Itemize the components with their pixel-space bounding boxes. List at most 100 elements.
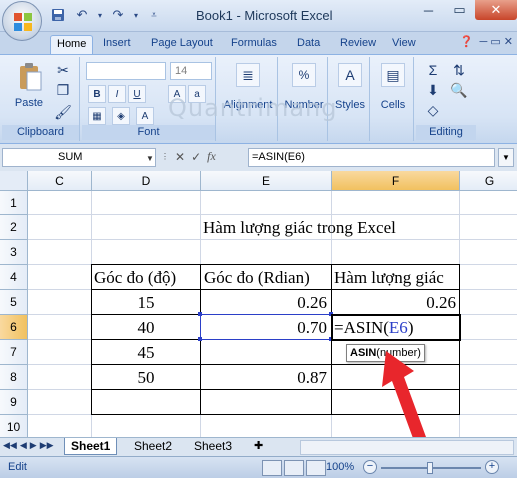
tab-view[interactable]: View	[386, 35, 422, 54]
cell-e4-header[interactable]: Góc đo (Rdian)	[204, 266, 310, 290]
close-button[interactable]: ✕	[475, 0, 517, 20]
bold-button[interactable]: B	[88, 85, 106, 103]
cell-e5[interactable]: 0.26	[201, 291, 327, 315]
insert-sheet-icon[interactable]: ✚	[248, 438, 269, 455]
find-select-icon[interactable]: 🔍	[450, 81, 468, 99]
undo-dropdown-icon[interactable]: ▾	[96, 6, 104, 24]
maximize-button[interactable]: ▭	[444, 0, 475, 20]
font-name-box[interactable]	[86, 62, 166, 80]
cell-f6-formula[interactable]: =ASIN(E6)	[334, 316, 413, 340]
help-icon[interactable]: ❓	[460, 35, 474, 48]
underline-button[interactable]: U	[128, 85, 146, 103]
expand-formula-bar-icon[interactable]: ▼	[498, 148, 514, 167]
customize-toolbar-icon[interactable]: ⩡	[144, 6, 164, 24]
last-sheet-icon[interactable]: ▶▶	[40, 440, 54, 451]
normal-view-icon[interactable]	[262, 460, 282, 476]
italic-button[interactable]: I	[108, 85, 126, 103]
office-button[interactable]	[2, 1, 42, 41]
copy-icon[interactable]: ❐	[54, 81, 72, 99]
row-header-7[interactable]: 7	[0, 340, 28, 365]
minimize-button[interactable]: ─	[413, 0, 444, 20]
fill-color-icon[interactable]: ◈	[112, 107, 130, 125]
window-title: Book1 - Microsoft Excel	[196, 8, 333, 23]
row-header-8[interactable]: 8	[0, 365, 28, 390]
row-header-9[interactable]: 9	[0, 390, 28, 415]
clipboard-group: Paste ✂ ❐ 🖌 Clipboard	[2, 57, 80, 141]
row-header-1[interactable]: 1	[0, 191, 28, 215]
cells-group[interactable]: ▤ Cells	[372, 57, 414, 141]
font-color-icon[interactable]: A	[136, 107, 154, 125]
cell-f4-header[interactable]: Hàm lượng giác	[334, 266, 444, 290]
restore-workbook-icon[interactable]: ─ ▭ ✕	[479, 35, 513, 48]
font-group-label: Font	[82, 125, 215, 140]
referenced-cell-highlight	[200, 314, 332, 340]
name-box[interactable]: SUM	[2, 148, 156, 167]
cell-d7[interactable]: 45	[92, 341, 200, 365]
undo-icon[interactable]: ↶	[72, 6, 92, 24]
tab-page-layout[interactable]: Page Layout	[145, 35, 219, 54]
insert-function-icon[interactable]: fx	[207, 149, 216, 164]
cell-d8[interactable]: 50	[92, 366, 200, 390]
cell-d5[interactable]: 15	[92, 291, 200, 315]
cancel-entry-icon[interactable]: ✕	[175, 150, 185, 164]
row-header-5[interactable]: 5	[0, 290, 28, 315]
borders-icon[interactable]: ▦	[88, 107, 106, 125]
format-painter-icon[interactable]: 🖌	[54, 103, 72, 121]
formula-bar: SUM ▼ ⋮ ✕ ✓ fx =ASIN(E6) ▼	[0, 144, 517, 171]
cut-icon[interactable]: ✂	[54, 61, 72, 79]
row-header-6[interactable]: 6	[0, 315, 28, 340]
sheet-tab-sheet1[interactable]: Sheet1	[64, 438, 118, 455]
formula-bar-grip-icon: ⋮	[161, 152, 169, 161]
page-layout-view-icon[interactable]	[284, 460, 304, 476]
sheet-tab-sheet2[interactable]: Sheet2	[128, 438, 178, 455]
tab-insert[interactable]: Insert	[97, 35, 137, 54]
horizontal-scrollbar[interactable]	[300, 440, 514, 455]
first-sheet-icon[interactable]: ◀◀	[3, 440, 17, 451]
range-handle[interactable]	[198, 337, 202, 341]
column-header-e[interactable]: E	[201, 171, 332, 191]
paste-icon[interactable]	[16, 61, 44, 93]
row-header-2[interactable]: 2	[0, 215, 28, 240]
row-header-3[interactable]: 3	[0, 240, 28, 265]
next-sheet-icon[interactable]: ▶	[30, 440, 37, 451]
font-size-box[interactable]: 14	[170, 62, 212, 80]
select-all-corner[interactable]	[0, 171, 28, 191]
column-header-c[interactable]: C	[28, 171, 92, 191]
page-break-view-icon[interactable]	[306, 460, 326, 476]
worksheet-grid[interactable]: C D E F G 1 2 3 4 5 6 7 8 9 10 Hàm lượng…	[0, 171, 517, 437]
tab-home[interactable]: Home	[50, 35, 94, 54]
tab-data[interactable]: Data	[291, 35, 326, 54]
prev-sheet-icon[interactable]: ◀	[20, 440, 27, 451]
cell-d4-header[interactable]: Góc đo (độ)	[94, 266, 176, 290]
zoom-in-icon[interactable]: +	[485, 460, 499, 474]
tab-formulas[interactable]: Formulas	[225, 35, 283, 54]
zoom-out-icon[interactable]: −	[363, 460, 377, 474]
column-header-d[interactable]: D	[92, 171, 201, 191]
name-box-dropdown-icon[interactable]: ▼	[146, 154, 154, 163]
redo-icon[interactable]: ↷	[108, 6, 128, 24]
column-header-g[interactable]: G	[460, 171, 517, 191]
clear-icon[interactable]: ◇	[424, 101, 442, 119]
fill-icon[interactable]: ⬇	[424, 81, 442, 99]
cell-e8[interactable]: 0.87	[201, 366, 327, 390]
cell-e2-title[interactable]: Hàm lượng giác trong Excel	[203, 216, 396, 240]
cell-f5[interactable]: 0.26	[332, 291, 456, 315]
save-icon[interactable]	[48, 6, 68, 24]
redo-dropdown-icon[interactable]: ▾	[132, 6, 140, 24]
sum-icon[interactable]: Σ	[424, 61, 442, 79]
sheet-tab-sheet3[interactable]: Sheet3	[188, 438, 238, 455]
sort-filter-icon[interactable]: ⇅	[450, 61, 468, 79]
zoom-slider-thumb[interactable]	[427, 462, 433, 474]
tooltip-function-name[interactable]: ASIN	[350, 347, 376, 359]
table-border	[91, 264, 460, 265]
formula-input[interactable]: =ASIN(E6)	[248, 148, 495, 167]
tab-review[interactable]: Review	[334, 35, 382, 54]
row-header-10[interactable]: 10	[0, 415, 28, 437]
cell-d6[interactable]: 40	[92, 316, 200, 340]
column-header-f[interactable]: F	[332, 171, 460, 191]
zoom-level[interactable]: 100%	[326, 461, 354, 473]
paste-button[interactable]: Paste	[12, 97, 46, 109]
range-handle[interactable]	[198, 312, 202, 316]
enter-entry-icon[interactable]: ✓	[191, 150, 201, 164]
row-header-4[interactable]: 4	[0, 265, 28, 290]
